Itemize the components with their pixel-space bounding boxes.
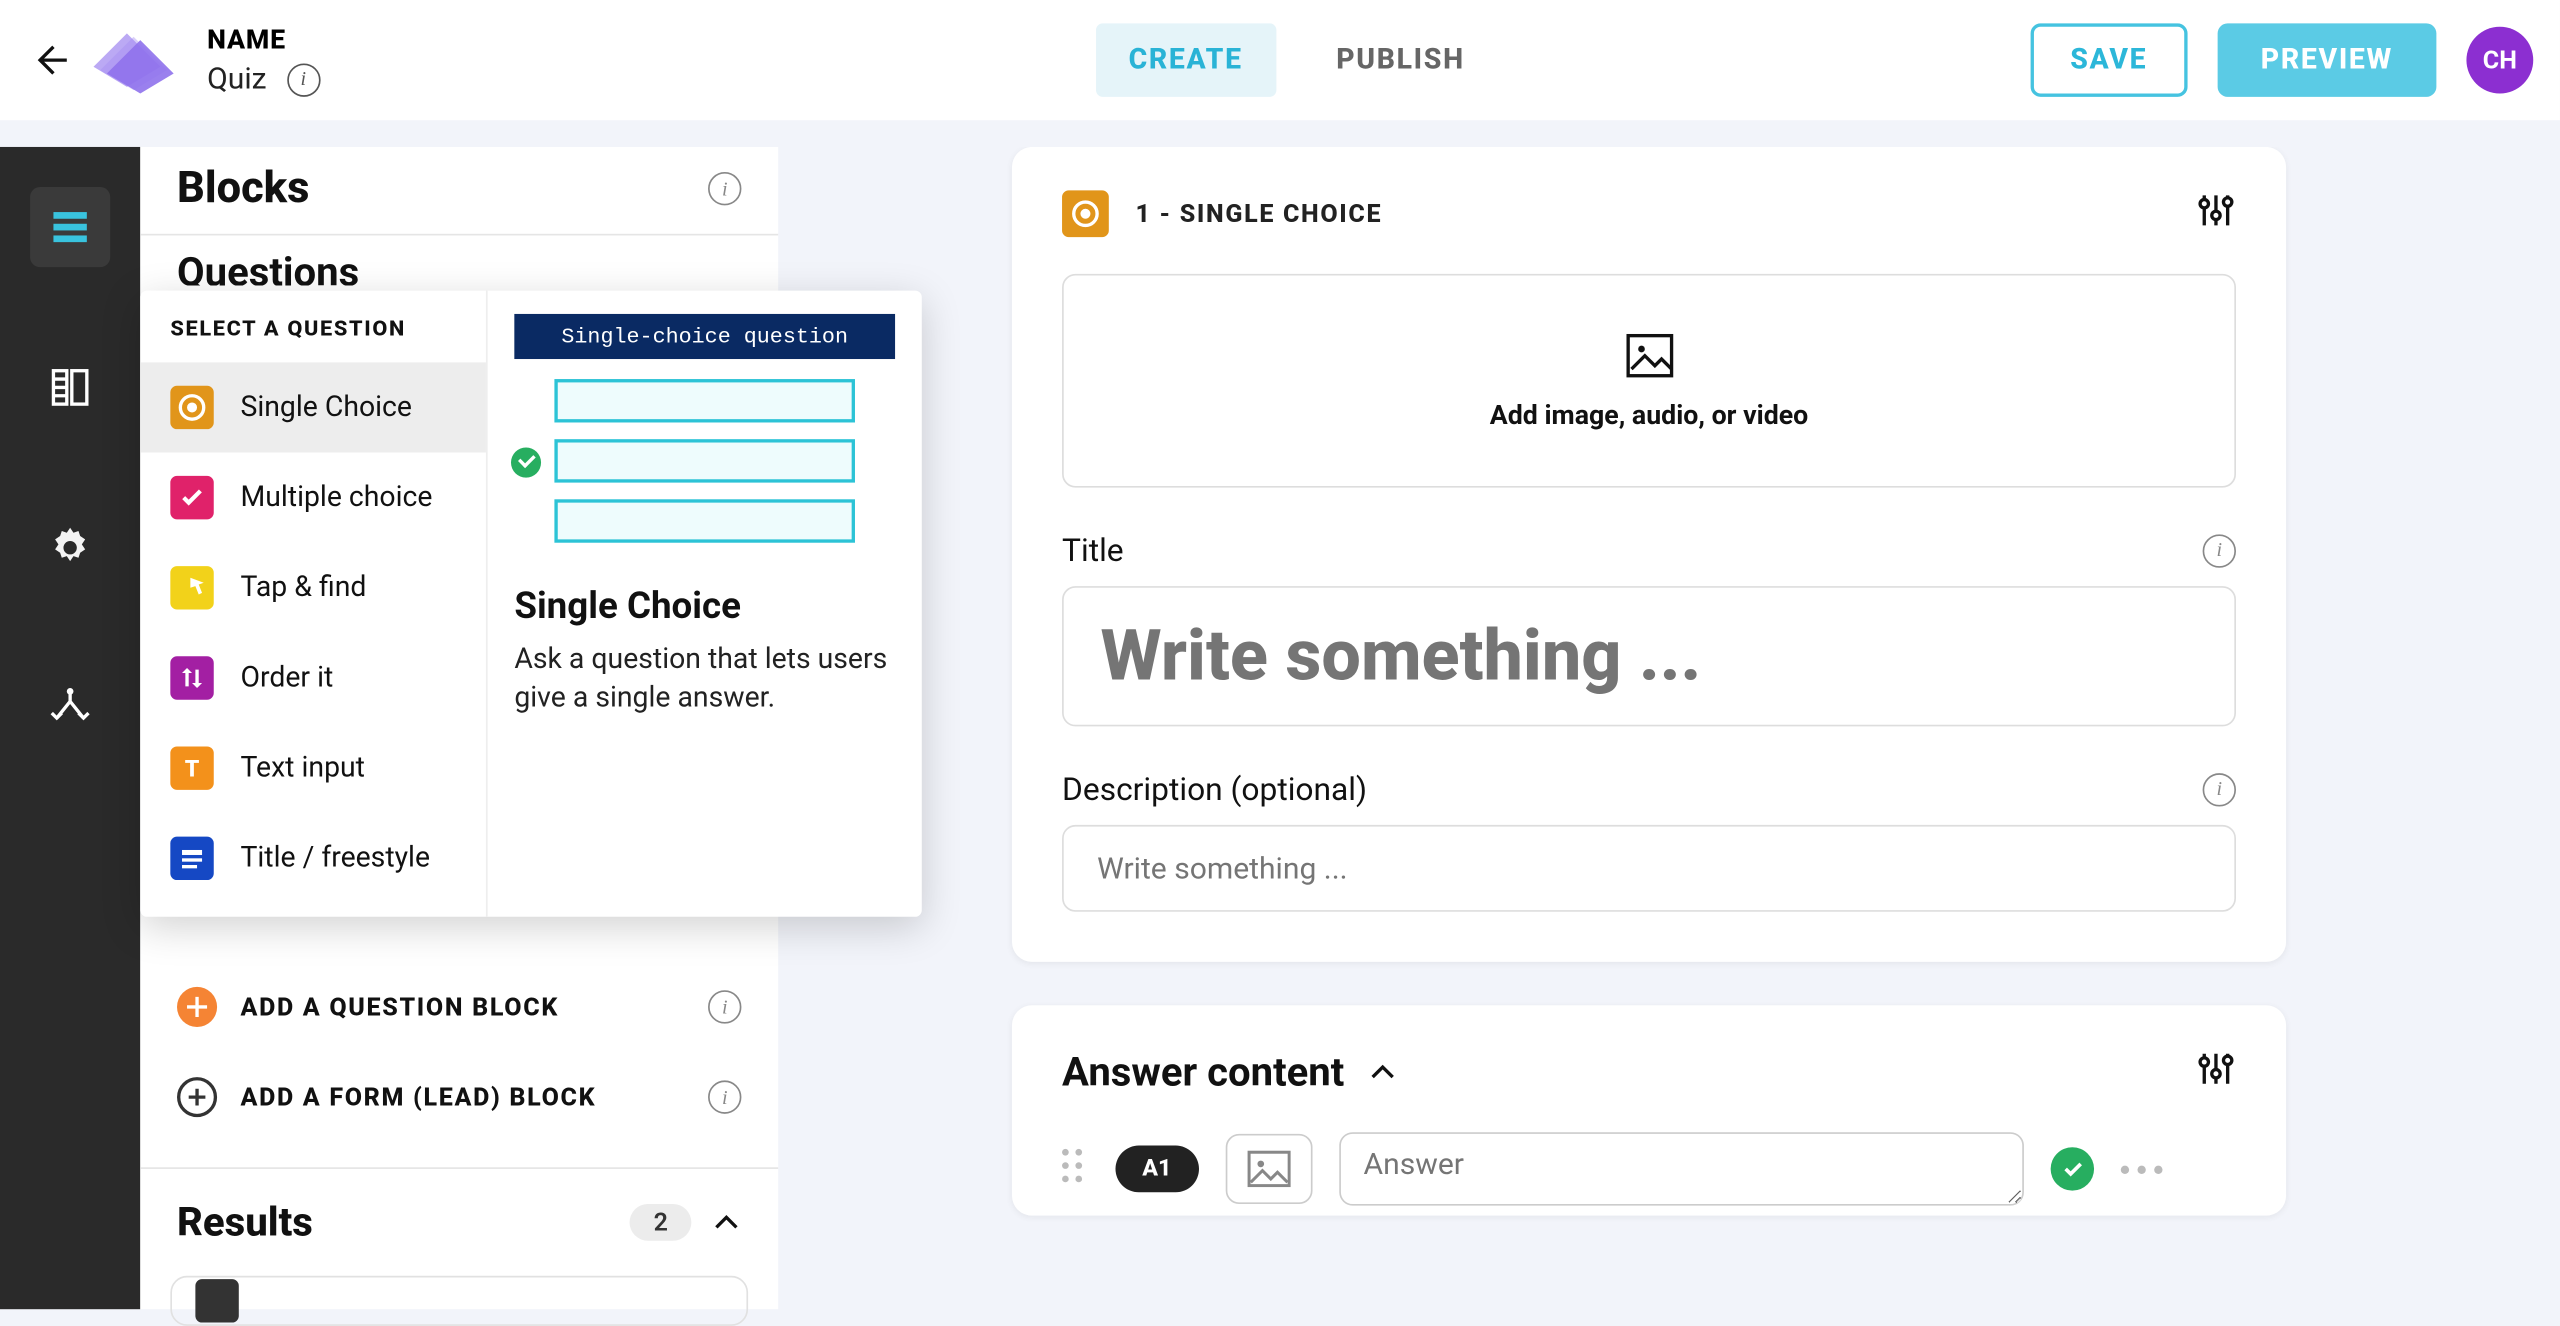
top-bar: NAME Quiz i CREATE PUBLISH SAVE PREVIEW … [0,0,2560,120]
answer-badge: A1 [1115,1146,1198,1193]
question-settings-icon[interactable] [2196,190,2236,237]
results-count: 2 [630,1204,691,1241]
description-field-label: Description (optional) [1062,770,1367,808]
chevron-up-icon[interactable] [1368,1057,1398,1087]
questions-section-header[interactable]: Questions [140,235,778,285]
image-icon [1624,331,1674,378]
tab-publish[interactable]: PUBLISH [1336,43,1465,76]
more-options-icon[interactable] [2120,1165,2162,1173]
question-type-badge [1062,190,1109,237]
rail-settings-icon[interactable] [30,508,110,588]
qtype-label: Title / freestyle [240,842,430,875]
project-name-label[interactable]: NAME [207,23,320,55]
media-dropzone[interactable]: Add image, audio, or video [1062,274,2236,488]
tap-find-icon [170,566,213,609]
add-form-label: ADD A FORM (LEAD) BLOCK [240,1082,596,1112]
media-drop-label: Add image, audio, or video [1490,398,1808,430]
qtype-label: Multiple choice [240,481,432,514]
rail-blocks-icon[interactable] [30,187,110,267]
preview-option-row [554,499,855,542]
project-subtitle: Quiz [207,62,266,97]
info-icon[interactable]: i [2203,534,2236,567]
qtype-multiple-choice[interactable]: Multiple choice [140,453,486,543]
popover-header: SELECT A QUESTION [140,317,486,362]
qtype-label: Single Choice [240,391,412,424]
left-rail [0,147,140,1309]
qtype-detail-title: Single Choice [514,586,895,628]
question-card: 1 - SINGLE CHOICE Add image, audio, or v… [1012,147,2286,962]
text-input-icon: T [170,746,213,789]
info-icon[interactable]: i [708,172,741,205]
question-label: 1 - SINGLE CHOICE [1136,199,1383,229]
result-thumb-icon [195,1279,238,1322]
plus-outline-icon [177,1077,217,1117]
answer-card: Answer content A1 [1012,1005,2286,1215]
qtype-label: Text input [240,751,365,784]
add-form-block[interactable]: ADD A FORM (LEAD) BLOCK i [140,1077,778,1117]
description-input[interactable] [1062,825,2236,912]
mark-correct-icon[interactable] [2050,1147,2093,1190]
chevron-up-icon [711,1207,741,1237]
answer-settings-icon[interactable] [2196,1049,2236,1096]
user-avatar[interactable]: CH [2466,27,2533,94]
result-item[interactable] [170,1276,748,1326]
add-question-label: ADD A QUESTION BLOCK [240,992,559,1022]
rail-logic-icon[interactable] [30,668,110,748]
info-icon[interactable]: i [2203,772,2236,805]
qtype-label: Tap & find [240,571,366,604]
project-name-block: NAME Quiz i [207,23,320,96]
back-arrow-icon[interactable] [27,37,74,84]
qtype-title-freestyle[interactable]: Title / freestyle [140,813,486,903]
answer-input[interactable] [1339,1132,2024,1205]
questions-title: Questions [177,249,359,286]
svg-text:T: T [185,755,200,782]
drag-handle-icon[interactable] [1062,1149,1089,1189]
info-icon[interactable]: i [708,1080,741,1113]
single-choice-icon [170,386,213,429]
app-logo [87,27,181,94]
results-title: Results [177,1199,313,1246]
preview-button[interactable]: PREVIEW [2217,23,2436,96]
results-section-header[interactable]: Results 2 [140,1169,778,1276]
title-field-label: Title [1062,531,1124,569]
answer-image-button[interactable] [1225,1134,1312,1204]
info-icon[interactable]: i [287,63,320,96]
title-freestyle-icon [170,837,213,880]
preview-title: Single-choice question [514,314,895,359]
editor-canvas: 1 - SINGLE CHOICE Add image, audio, or v… [778,147,2520,1309]
rail-design-icon[interactable] [30,347,110,427]
answer-section-title: Answer content [1062,1049,1344,1096]
qtype-label: Order it [240,661,333,694]
multiple-choice-icon [170,476,213,519]
preview-option-row [554,379,855,422]
save-button[interactable]: SAVE [2030,23,2187,96]
qtype-order-it[interactable]: Order it [140,633,486,723]
qtype-tap-find[interactable]: Tap & find [140,543,486,633]
title-input[interactable] [1062,586,2236,726]
order-it-icon [170,656,213,699]
qtype-detail-desc: Ask a question that lets users give a si… [514,641,895,718]
question-type-popover: SELECT A QUESTION Single Choice Multiple… [140,291,922,917]
blocks-title: Blocks [177,164,309,214]
info-icon[interactable]: i [708,990,741,1023]
qtype-preview: Single-choice question [514,314,895,563]
qtype-single-choice[interactable]: Single Choice [140,362,486,452]
add-question-block[interactable]: ADD A QUESTION BLOCK i [140,987,778,1027]
preview-option-row-selected [554,439,855,482]
answer-row: A1 [1062,1132,2236,1205]
tab-create[interactable]: CREATE [1095,23,1276,96]
blocks-sidebar: Blocks i Questions SELECT A QUESTION Sin… [140,147,778,1309]
qtype-text-input[interactable]: T Text input [140,723,486,813]
plus-icon [177,987,217,1027]
